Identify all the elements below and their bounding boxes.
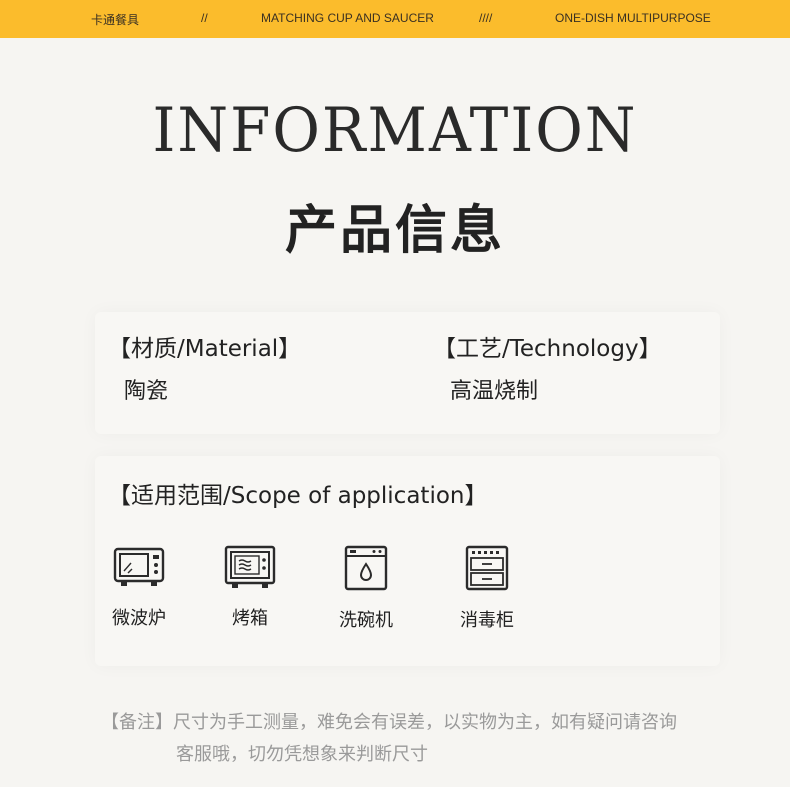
scope-item-microwave: 微波炉 — [94, 544, 184, 630]
note-line-1: 【备注】尺寸为手工测量，难免会有误差，以实物为主，如有疑问请咨询 — [101, 712, 677, 733]
material-label: 【材质/Material】 — [108, 336, 302, 362]
sterilizer-cabinet-icon — [465, 545, 509, 591]
scope-item-label: 消毒柜 — [460, 610, 514, 631]
oven-icon — [224, 545, 276, 588]
banner-brand: 卡通餐具 — [91, 13, 140, 27]
dishwasher-icon — [344, 545, 388, 591]
banner-right-text: ONE-DISH MULTIPURPOSE — [555, 11, 711, 25]
technology-value: 高温烧制 — [450, 379, 539, 404]
scope-item-dishwasher: 洗碗机 — [321, 544, 411, 632]
scope-label: 【适用范围/Scope of application】 — [108, 483, 488, 509]
scope-item-label: 微波炉 — [112, 608, 166, 629]
technology-label: 【工艺/Technology】 — [433, 336, 662, 362]
top-banner: 卡通餐具 // MATCHING CUP AND SAUCER //// ONE… — [0, 0, 790, 38]
banner-middle-text: MATCHING CUP AND SAUCER — [261, 11, 434, 25]
microwave-icon — [113, 547, 165, 586]
page-title-en: INFORMATION — [152, 94, 638, 166]
scope-item-oven: 烤箱 — [205, 544, 295, 630]
banner-separator: //// — [479, 11, 493, 25]
banner-separator: // — [201, 11, 208, 25]
scope-item-label: 洗碗机 — [339, 610, 393, 631]
scope-item-label: 烤箱 — [232, 608, 268, 629]
note-line-2: 客服哦，切勿凭想象来判断尺寸 — [176, 744, 428, 765]
scope-item-sterilizer: 消毒柜 — [442, 544, 532, 632]
material-value: 陶瓷 — [124, 379, 169, 404]
page-title-cn: 产品信息 — [284, 201, 505, 261]
